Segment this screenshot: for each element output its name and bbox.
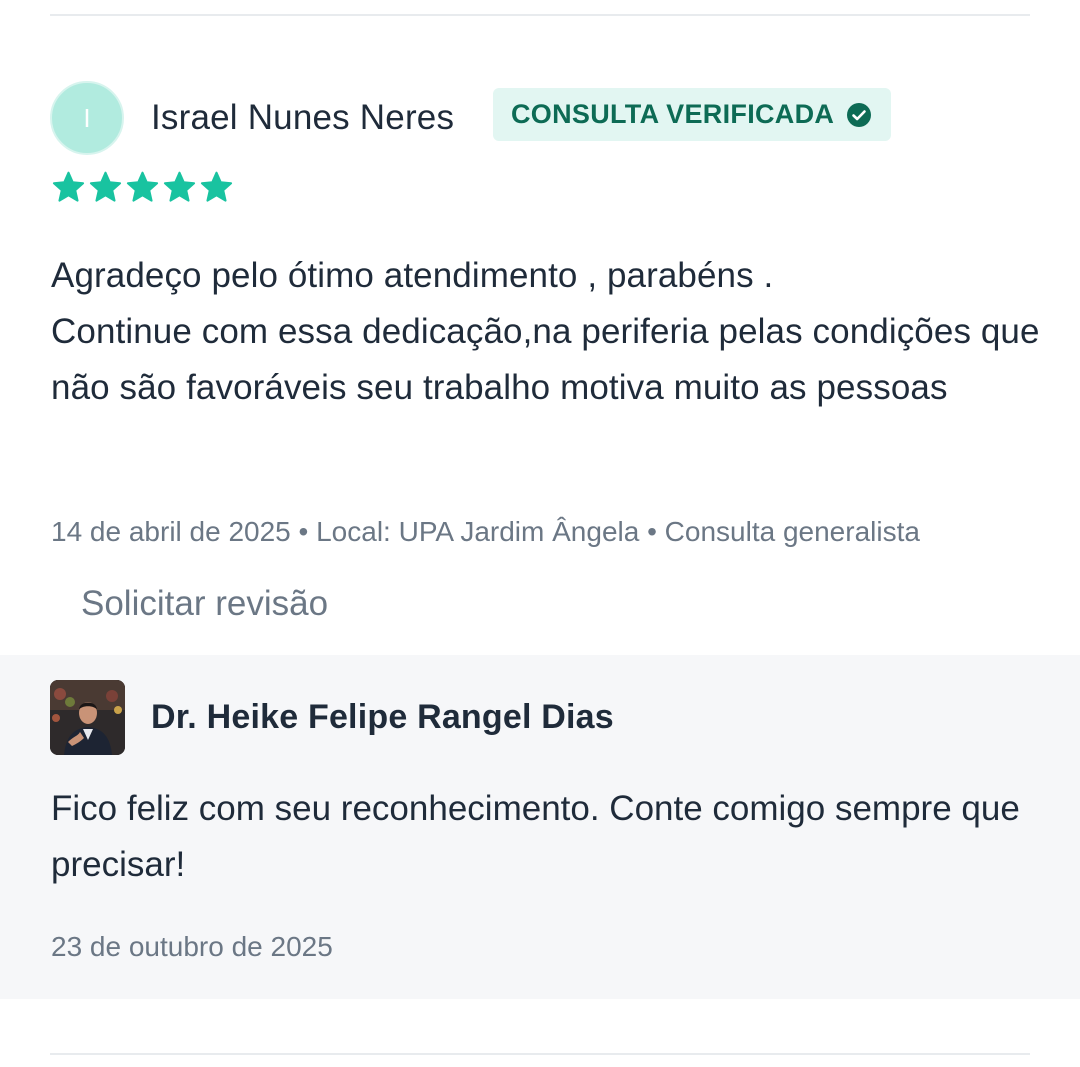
- reply-date: 23 de outubro de 2025: [51, 931, 333, 962]
- reviewer-avatar-initial: I: [83, 102, 91, 133]
- star-icon: [52, 171, 85, 202]
- doctor-name: Dr. Heike Felipe Rangel Dias: [151, 698, 614, 736]
- star-icon: [163, 171, 196, 202]
- star-rating: [51, 170, 234, 205]
- bottom-divider: [50, 1053, 1030, 1055]
- check-circle-icon: [847, 103, 871, 127]
- review-text: Agradeço pelo ótimo atendimento , parabé…: [51, 248, 1041, 416]
- reviewer-name: Israel Nunes Neres: [151, 98, 455, 137]
- reply-text: Fico feliz com seu reconhecimento. Conte…: [51, 789, 1020, 884]
- reviewer-avatar: I: [50, 81, 124, 155]
- verified-badge-label: CONSULTA VERIFICADA: [511, 99, 835, 129]
- doctor-reply: Dr. Heike Felipe Rangel Dias Fico feliz …: [0, 655, 1080, 999]
- request-review-link[interactable]: Solicitar revisão: [81, 582, 328, 626]
- star-icon: [200, 171, 233, 202]
- verified-consultation-badge: CONSULTA VERIFICADA: [493, 88, 891, 141]
- review-meta: 14 de abril de 2025 • Local: UPA Jardim …: [51, 516, 920, 547]
- patient-review: I Israel Nunes Neres CONSULTA VERIFICADA…: [0, 0, 1080, 655]
- star-icon: [126, 171, 159, 202]
- review-text-line: Continue com essa dedicação,na periferia…: [51, 312, 1040, 407]
- star-icon: [89, 171, 122, 202]
- doctor-photo-image: [50, 680, 125, 755]
- review-text-line: Agradeço pelo ótimo atendimento , parabé…: [51, 256, 774, 295]
- doctor-avatar: [50, 680, 125, 755]
